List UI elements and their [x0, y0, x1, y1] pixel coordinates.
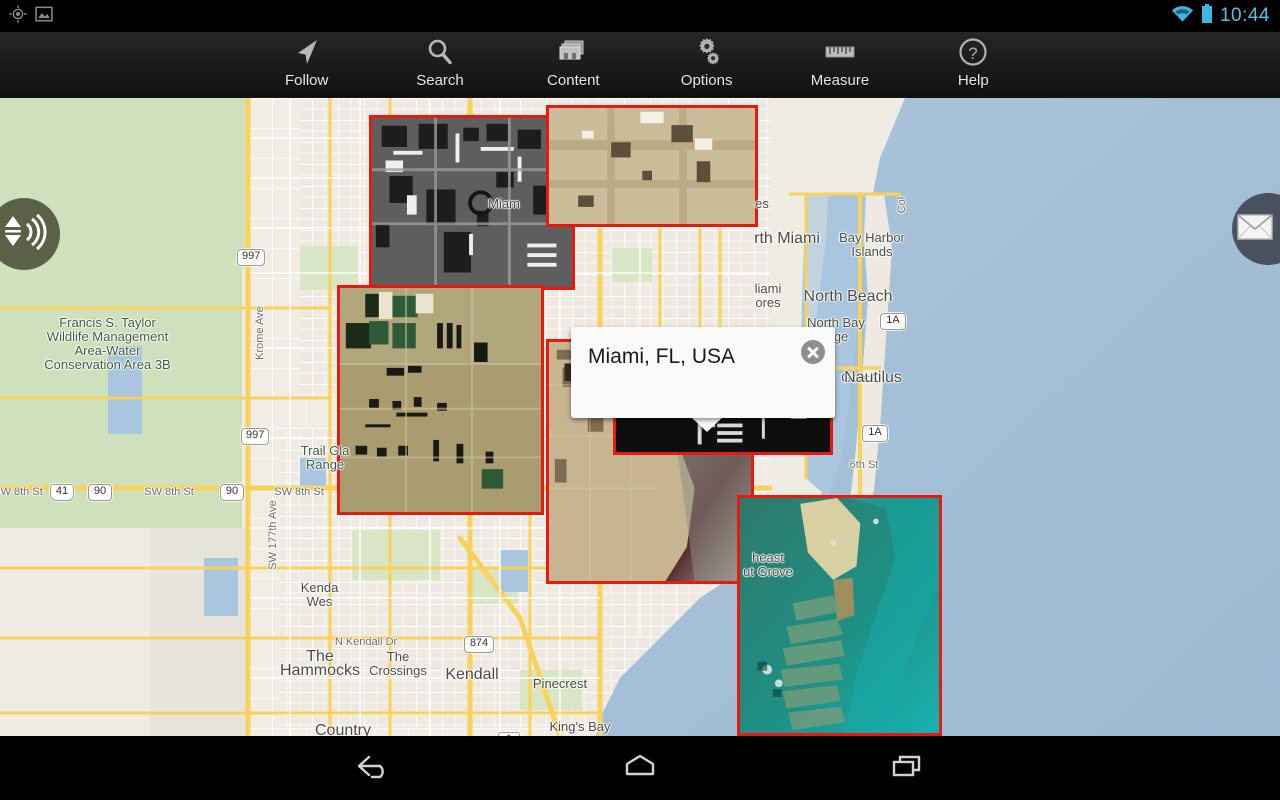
- highway-shield: 997: [237, 249, 266, 266]
- callout-title: Miami, FL, USA: [588, 345, 736, 368]
- toolbar-button-content[interactable]: Content: [507, 32, 640, 98]
- map-canvas[interactable]: Francis S. Taylor Wildlife Management Ar…: [0, 98, 1280, 736]
- status-bar-clock: 10:44: [1219, 5, 1270, 26]
- highway-shield: 41: [50, 484, 74, 501]
- home-icon: [619, 751, 661, 786]
- toolbar-items: Follow Search Content Options Measure ? …: [240, 32, 1040, 98]
- toolbar-button-follow[interactable]: Follow: [240, 32, 373, 98]
- toolbar-label-help: Help: [957, 72, 989, 89]
- toolbar-button-help[interactable]: ? Help: [907, 32, 1040, 98]
- highway-shield: 1A: [880, 313, 906, 330]
- close-circle-icon[interactable]: [801, 340, 825, 364]
- navigation-buttons: [0, 736, 1280, 800]
- recents-button[interactable]: [867, 744, 947, 792]
- footprint-olive-west[interactable]: [337, 285, 544, 515]
- image-notification-icon: [34, 4, 54, 29]
- highway-shield: 997: [241, 428, 270, 445]
- envelope-icon: [1237, 213, 1280, 245]
- back-button[interactable]: [333, 744, 413, 792]
- toolbar-button-measure[interactable]: Measure: [773, 32, 906, 98]
- navigation-arrow-icon: [291, 35, 323, 69]
- toolbar-label-follow: Follow: [284, 72, 329, 89]
- footprint-grayscale-north[interactable]: [369, 115, 575, 290]
- app-toolbar: Follow Search Content Options Measure ? …: [0, 32, 1280, 99]
- status-bar: 10:44: [0, 0, 1280, 32]
- home-button[interactable]: [600, 744, 680, 792]
- highway-shield: 1A: [862, 425, 888, 442]
- highway-shield: 90: [220, 484, 244, 501]
- wifi-icon: [1171, 5, 1194, 28]
- status-bar-right-icons: 10:44: [1171, 0, 1270, 32]
- footprint-teal-keys[interactable]: [737, 495, 942, 736]
- toolbar-button-search[interactable]: Search: [373, 32, 506, 98]
- toolbar-button-options[interactable]: Options: [640, 32, 773, 98]
- highway-shield: 90: [88, 484, 112, 501]
- footprint-tan-northeast[interactable]: [546, 105, 758, 227]
- android-navigation-bar: [0, 736, 1280, 800]
- toolbar-label-measure: Measure: [810, 72, 870, 89]
- toolbar-label-options: Options: [680, 72, 733, 89]
- question-mark-circle-icon: ?: [957, 35, 989, 69]
- recent-apps-icon: [886, 751, 928, 786]
- highway-shield: 874: [464, 636, 494, 653]
- callout-pointer: [691, 417, 723, 432]
- ruler-icon: [823, 35, 857, 69]
- zoom-in-out-broadcast-icon: [1, 212, 47, 257]
- gps-location-icon: [8, 4, 28, 29]
- battery-icon: [1201, 3, 1213, 29]
- android-app-window: 10:44 Follow Search Content Options Meas…: [0, 0, 1280, 800]
- toolbar-label-search: Search: [416, 72, 464, 89]
- map-callout[interactable]: Miami, FL, USA: [571, 327, 835, 418]
- back-arrow-icon: [352, 751, 394, 786]
- svg-text:?: ?: [969, 44, 978, 63]
- layers-stack-icon: [557, 35, 589, 69]
- magnifier-icon: [424, 35, 456, 69]
- gears-icon: [691, 35, 723, 69]
- status-bar-left-icons: [8, 4, 54, 29]
- toolbar-label-content: Content: [547, 72, 600, 89]
